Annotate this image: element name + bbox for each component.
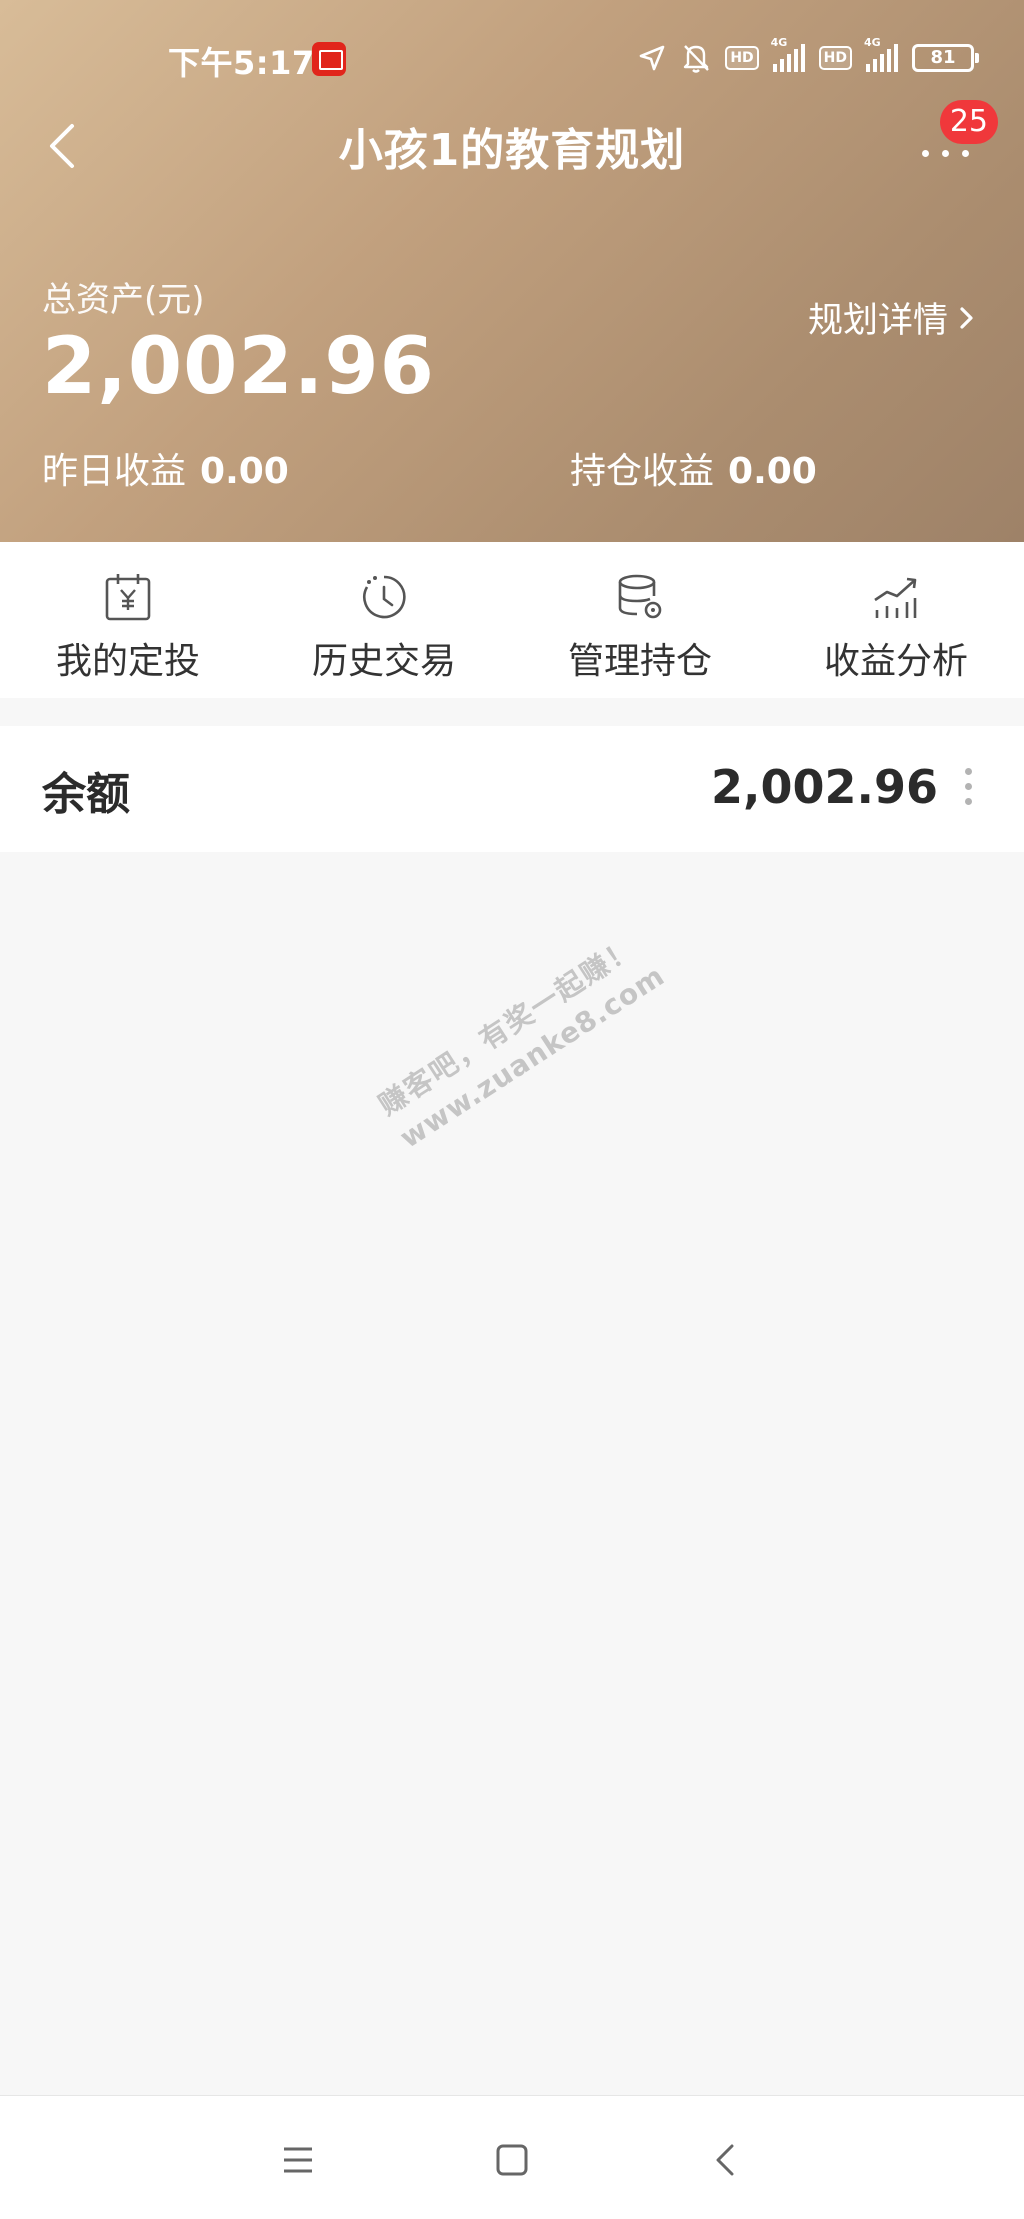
hd-badge-1: HD	[725, 46, 759, 70]
calendar-yen-icon	[105, 574, 151, 621]
plan-detail-link[interactable]: 规划详情	[808, 292, 976, 343]
action-label: 管理持仓	[567, 641, 712, 682]
signal-icon-1: 4G	[771, 36, 805, 72]
system-nav-bar	[0, 2095, 1024, 2219]
action-label: 历史交易	[311, 641, 456, 682]
plan-detail-label: 规划详情	[807, 301, 948, 341]
more-dot-icon	[962, 150, 969, 157]
system-back-button[interactable]	[698, 2132, 754, 2188]
nav-bar: 小孩1的教育规划	[0, 100, 1024, 190]
hd-badge-2: HD	[818, 46, 852, 70]
history-clock-icon	[363, 575, 406, 619]
home-square-icon	[496, 2144, 528, 2176]
home-button[interactable]	[484, 2132, 540, 2188]
recent-apps-button[interactable]	[270, 2132, 326, 2188]
balance-row[interactable]: 余额 2,002.96	[0, 726, 1024, 852]
quick-actions: 我的定投 历史交易 管理持仓 收益分析	[0, 542, 1024, 698]
action-label: 收益分析	[823, 641, 968, 682]
yesterday-income-label: 昨日收益	[42, 451, 187, 492]
status-time: 下午5:17	[168, 44, 315, 82]
location-icon	[640, 45, 665, 71]
watermark: 赚客吧，有奖一起赚！ www.zuanke8.com	[370, 922, 671, 1155]
income-row: 昨日收益 0.00 持仓收益 0.00	[0, 442, 1024, 492]
holding-income: 持仓收益 0.00	[570, 442, 817, 494]
bell-off-icon	[684, 45, 710, 73]
balance-value: 2,002.96	[711, 760, 938, 814]
app-screen: 下午5:17 HD 4G HD 4G 81 小孩1的教育规划 25 总资产(元)…	[0, 0, 1024, 2219]
header-panel: 下午5:17 HD 4G HD 4G 81 小孩1的教育规划 25 总资产(元)…	[0, 0, 1024, 542]
action-label: 我的定投	[55, 641, 200, 682]
status-icons: HD 4G HD 4G 81	[637, 36, 979, 76]
battery-icon: 81	[912, 44, 979, 72]
action-my-investment[interactable]: 我的定投	[0, 542, 256, 698]
holding-income-label: 持仓收益	[570, 451, 715, 492]
page-title: 小孩1的教育规划	[338, 125, 686, 176]
database-gear-icon	[618, 574, 662, 619]
menu-icon	[284, 2147, 312, 2173]
back-triangle-icon	[716, 2144, 734, 2176]
yesterday-income-value: 0.00	[200, 451, 289, 492]
notification-badge: 25	[939, 100, 998, 144]
total-asset-value: 2,002.96	[42, 322, 435, 412]
trend-chart-icon	[874, 577, 917, 618]
more-dot-icon	[922, 150, 929, 157]
yesterday-income: 昨日收益 0.00	[42, 442, 289, 494]
total-asset-label: 总资产(元)	[42, 280, 205, 320]
signal-icon-2: 4G	[864, 36, 898, 72]
more-dot-icon	[942, 150, 949, 157]
action-income-analysis[interactable]: 收益分析	[768, 542, 1024, 698]
app-notification-icon	[312, 42, 346, 76]
holding-income-value: 0.00	[728, 451, 817, 492]
action-manage-holdings[interactable]: 管理持仓	[512, 542, 768, 698]
action-history[interactable]: 历史交易	[256, 542, 512, 698]
kebab-menu-icon[interactable]	[958, 768, 978, 812]
chevron-right-icon	[960, 306, 973, 329]
balance-label: 余额	[42, 769, 130, 820]
